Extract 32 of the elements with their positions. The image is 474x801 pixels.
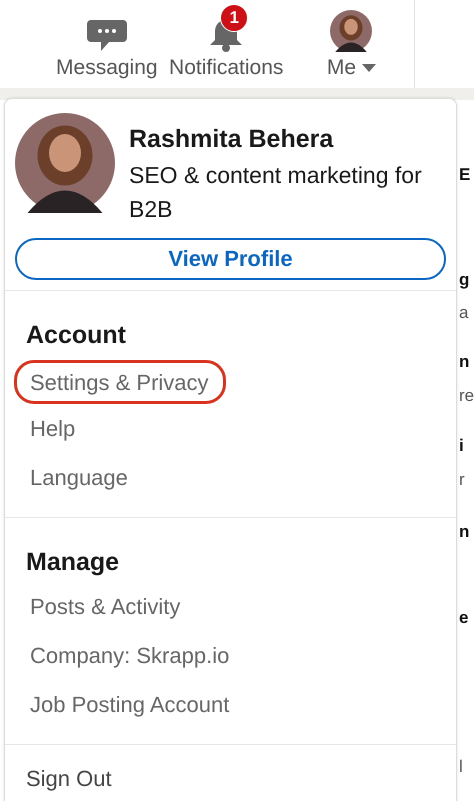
sign-out-link[interactable]: Sign Out [5, 759, 112, 801]
menu-item[interactable]: Job Posting Account [5, 685, 230, 734]
menu-item[interactable]: Help [5, 409, 76, 458]
view-profile-button[interactable]: View Profile [15, 238, 446, 280]
nav-label: Notifications [169, 56, 284, 80]
text-fragment: n [459, 352, 470, 372]
menu-item[interactable]: Language [5, 458, 128, 507]
text-fragment: re [459, 386, 474, 406]
text-fragment: r [459, 470, 465, 490]
text-fragment: e [459, 608, 468, 628]
nav-item[interactable]: Me [288, 0, 414, 88]
nav-item[interactable]: Messaging [50, 0, 164, 88]
caret-icon [362, 64, 376, 72]
text-fragment: E [459, 165, 470, 185]
text-fragment: n [459, 522, 470, 542]
text-fragment: g [459, 270, 470, 290]
profile-name: Rashmita Behera [129, 125, 334, 154]
avatar-icon [330, 10, 372, 52]
profile-headline: SEO & content marketing for B2B [129, 161, 423, 224]
nav-label: Me [326, 56, 356, 80]
section-heading: Manage [25, 547, 120, 578]
text-fragment: a [459, 303, 468, 323]
menu-item[interactable]: Settings & Privacy [14, 360, 226, 404]
section-heading: Account [25, 320, 127, 351]
chat-icon [86, 18, 127, 52]
text-fragment: i [459, 436, 464, 456]
notification-badge: 1 [220, 4, 248, 32]
nav-item[interactable]: 1 Notifications [164, 0, 289, 88]
menu-item[interactable]: Company: Skrapp.io [5, 636, 230, 685]
nav-label: Messaging [56, 56, 158, 80]
menu-item[interactable]: Posts & Activity [5, 587, 180, 636]
text-fragment: l [459, 757, 463, 777]
